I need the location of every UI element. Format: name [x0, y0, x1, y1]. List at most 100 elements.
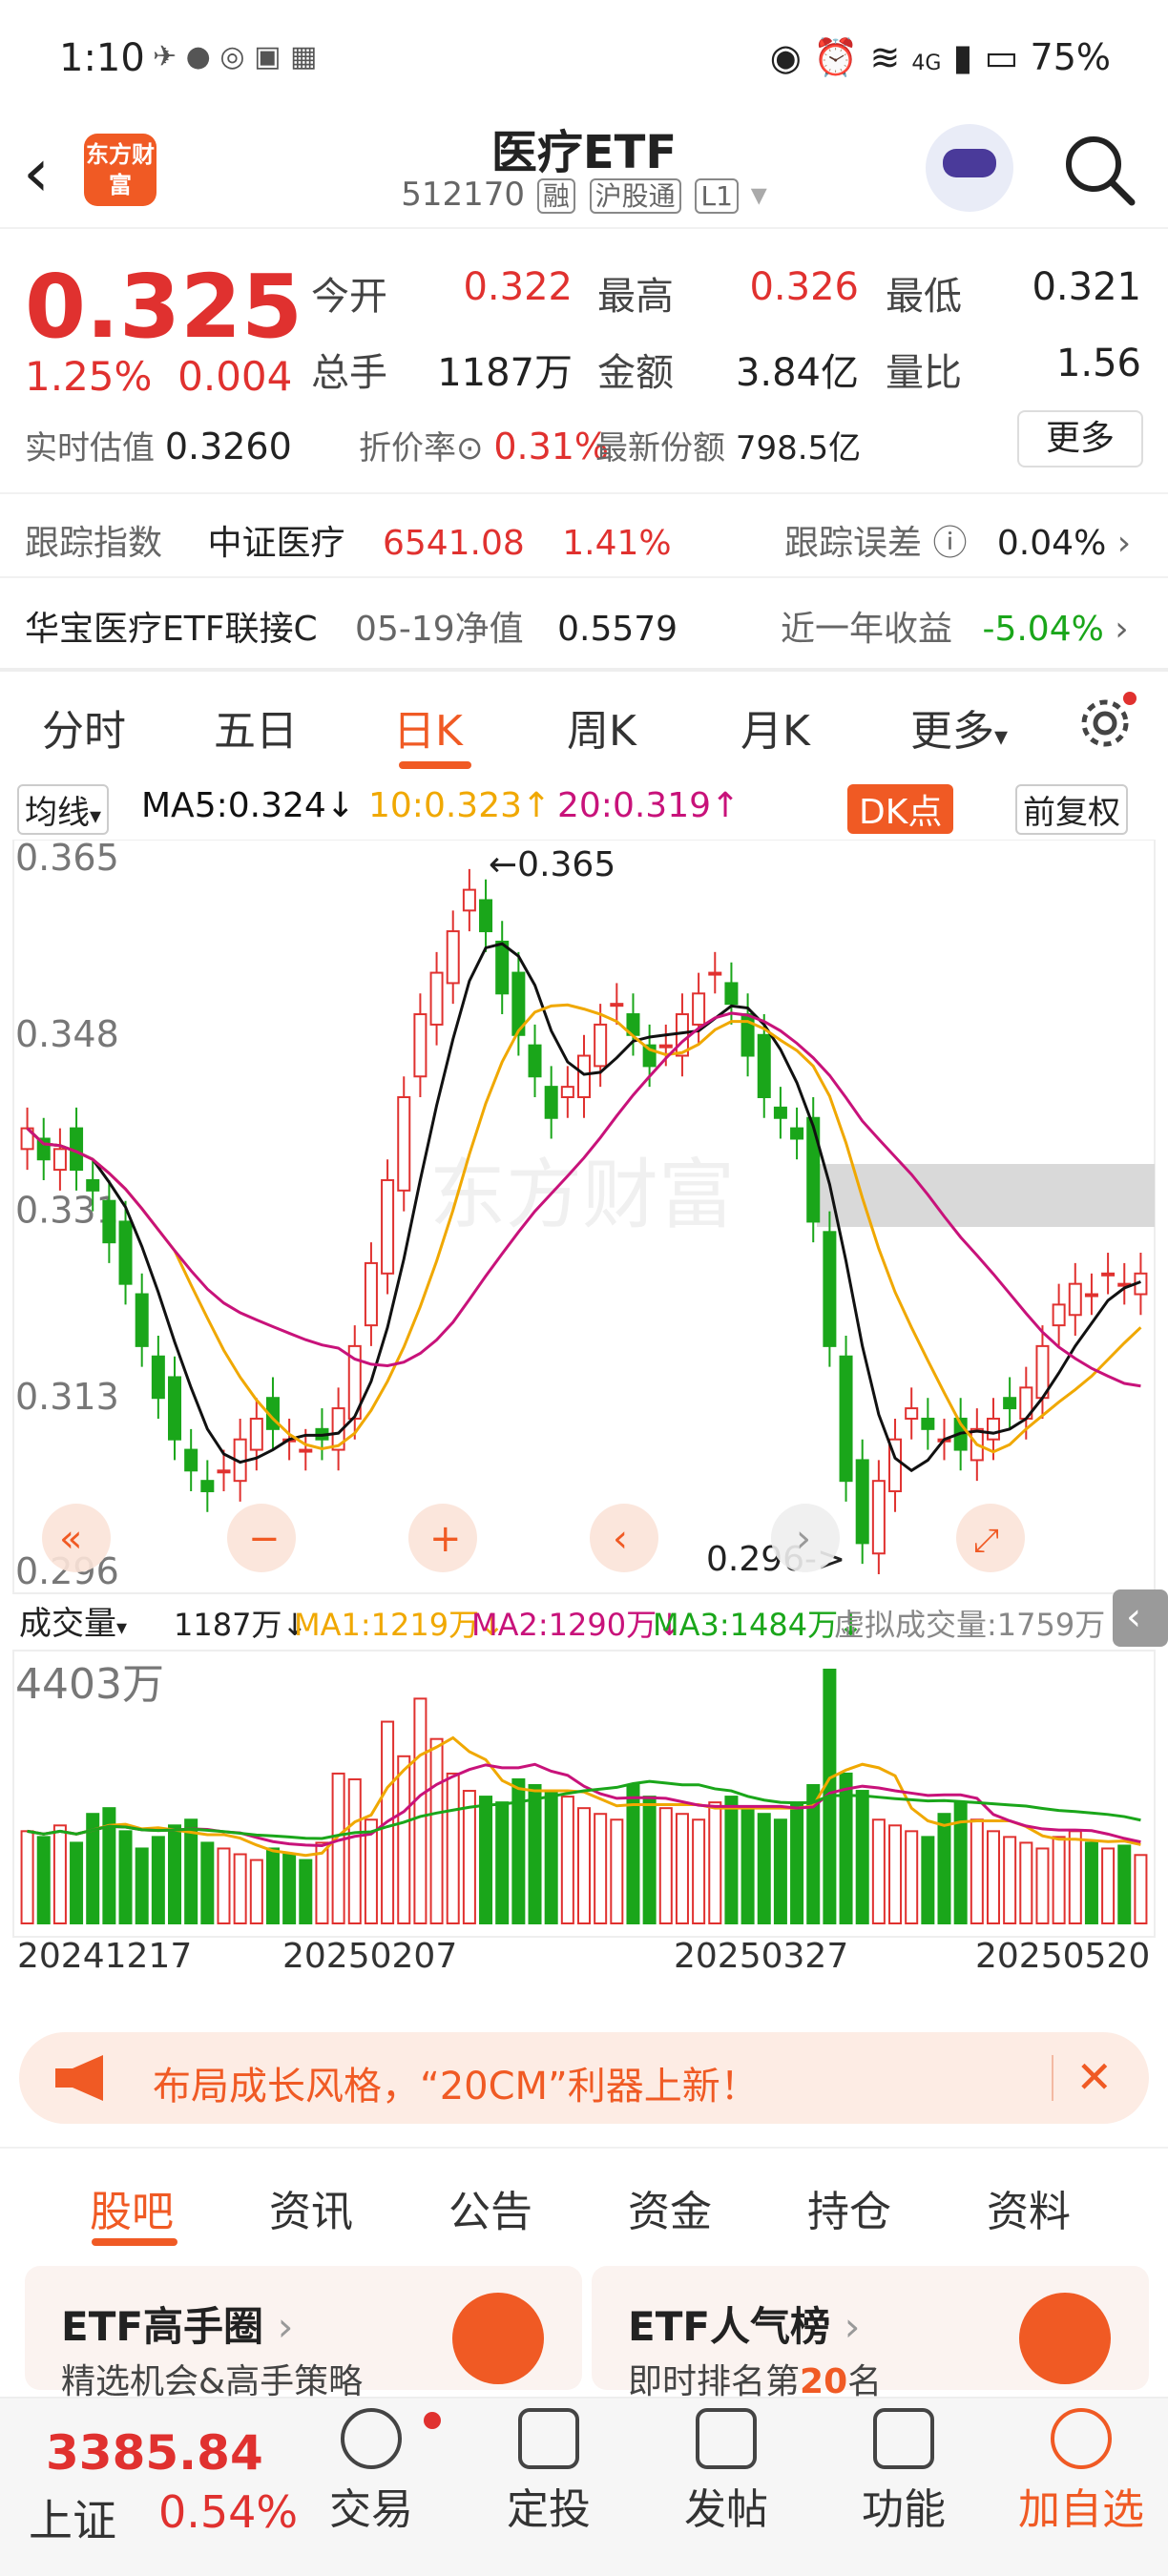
tab-profile[interactable]: 资料 — [987, 2177, 1071, 2238]
candle — [135, 1293, 149, 1347]
tab-news[interactable]: 资讯 — [269, 2177, 353, 2238]
notification-dot — [424, 2412, 441, 2429]
candle — [86, 1178, 100, 1192]
track-index-name: 中证医疗 — [207, 524, 345, 563]
volume-bar — [1117, 1844, 1132, 1925]
chevron-down-icon: ▾ — [994, 720, 1009, 752]
volume-bar — [70, 1841, 84, 1924]
banner-text: 布局成长风格，“20CM”利器上新！ — [153, 2065, 759, 2109]
high-marker: ←0.365 — [489, 845, 615, 884]
assistant-avatar[interactable] — [926, 124, 1013, 212]
close-icon[interactable]: ✕ — [1075, 2051, 1113, 2103]
adjust-button[interactable]: 前复权 — [1015, 784, 1128, 835]
vol-ma2: MA2:1290万↓ — [471, 1607, 682, 1643]
volume-bar — [118, 1830, 133, 1924]
candle — [479, 899, 493, 933]
etf-popularity-card[interactable]: ETF人气榜 › 即时排名第20名 — [592, 2266, 1149, 2401]
quote-panel: 0.325 1.25% 0.004 今开 0.322 最高 0.326 最低 0… — [0, 237, 1168, 666]
date-label: 20250520 — [975, 1937, 1151, 1976]
tab-fund-flow[interactable]: 资金 — [628, 2177, 712, 2238]
volume-bar — [594, 1813, 608, 1924]
functions-button[interactable]: 功能 — [832, 2408, 975, 2536]
amount-label: 金额 — [597, 351, 674, 395]
nav-label: 05-19净值 — [355, 610, 524, 649]
volume-selector[interactable]: 成交量▾ — [19, 1597, 127, 1644]
divider — [1052, 2055, 1053, 2101]
tab-daily-k[interactable]: 日K — [393, 696, 463, 758]
volume-bar — [429, 1737, 444, 1924]
promo-banner[interactable]: 布局成长风格，“20CM”利器上新！ ✕ — [19, 2032, 1149, 2124]
track-error[interactable]: 跟踪误差 ⓘ 0.04% › — [784, 515, 1131, 565]
premium-rate[interactable]: 折价率⊙ 0.31% — [359, 422, 609, 468]
volume-bar — [446, 1772, 460, 1925]
help-icon: ⓘ — [922, 524, 978, 563]
volume-max-label: 4403万 — [15, 1660, 164, 1709]
card-sub-prefix: 即时排名第 — [628, 2362, 801, 2401]
tab-intraday[interactable]: 分时 — [42, 696, 126, 758]
candle — [364, 1261, 378, 1327]
bottom-toolbar: 3385.84 上证 0.54% 交易 定投 发帖 功能 加自选 — [0, 2397, 1168, 2576]
candle — [1068, 1282, 1082, 1317]
auto-invest-button[interactable]: 定投 — [477, 2408, 620, 2536]
kline-chart[interactable]: 东方财富 0.3650.3480.3310.3130.296 ←0.365 0.… — [0, 840, 1168, 2023]
ma-selector[interactable]: 均线▾ — [17, 784, 110, 835]
card-title: ETF高手圈 › — [61, 2295, 293, 2353]
candle — [905, 1407, 919, 1420]
date-label: 20250327 — [674, 1937, 849, 1976]
candle — [692, 992, 706, 1026]
signal-icon: ▮ — [952, 36, 973, 78]
battery-level: 75% — [1030, 36, 1111, 78]
latest-shares: 最新份额 798.5亿 — [595, 422, 861, 468]
volume-bar — [855, 1790, 869, 1924]
volume-bar — [397, 1755, 411, 1924]
tab-weekly-k[interactable]: 周K — [567, 696, 636, 758]
candle — [921, 1417, 935, 1430]
candle — [299, 1448, 313, 1453]
volume-bar — [299, 1859, 313, 1924]
status-time: 1:10 — [59, 36, 145, 80]
candle — [757, 1033, 771, 1098]
tab-monthly-k[interactable]: 月K — [740, 696, 810, 758]
volume-selector-label: 成交量 — [19, 1605, 116, 1643]
volume-bar — [528, 1784, 542, 1924]
add-watchlist-button[interactable]: 加自选 — [1010, 2408, 1153, 2536]
y-tick-label: 0.313 — [15, 1376, 119, 1418]
minus-icon: − — [248, 1517, 281, 1561]
tab-forum[interactable]: 股吧 — [90, 2177, 174, 2238]
volume-bar — [1003, 1836, 1017, 1925]
double-left-icon: « — [59, 1517, 82, 1561]
nav-value: 0.5579 — [557, 610, 678, 649]
candle — [1101, 1272, 1116, 1277]
etf-experts-card[interactable]: ETF高手圈 › 精选机会&高手策略 — [25, 2266, 582, 2401]
card-title-text: ETF高手圈 — [61, 2303, 264, 2350]
linked-fund-row[interactable]: 华宝医疗ETF联接C 05-19净值 0.5579 — [25, 601, 678, 651]
trade-button[interactable]: 交易 — [300, 2408, 443, 2536]
volume-bar — [642, 1796, 657, 1925]
index-value[interactable]: 3385.84 — [46, 2425, 263, 2481]
tab-holdings[interactable]: 持仓 — [807, 2177, 891, 2238]
realtime-est-label: 实时估值 — [25, 429, 155, 467]
year-return[interactable]: 近一年收益 -5.04% › — [781, 601, 1129, 651]
candle — [151, 1355, 165, 1400]
post-button[interactable]: 发帖 — [655, 2408, 798, 2536]
candle — [594, 1023, 608, 1068]
candle — [773, 1106, 787, 1119]
dk-point-button[interactable]: DK点 — [847, 784, 954, 834]
settings-gear-icon[interactable] — [1076, 691, 1137, 752]
price-change: 1.25% 0.004 — [25, 353, 292, 400]
candle — [658, 1044, 673, 1049]
candle — [560, 1086, 574, 1098]
search-icon[interactable] — [1059, 130, 1137, 208]
volume-bar — [151, 1836, 165, 1925]
change-pct: 1.25% — [25, 353, 153, 400]
chart-icon — [518, 2408, 579, 2469]
tab-announcements[interactable]: 公告 — [448, 2177, 532, 2238]
more-button[interactable]: 更多 — [1017, 410, 1143, 467]
signal-label: 4G — [911, 52, 942, 75]
volume-bar — [52, 1824, 67, 1924]
volume-bar — [168, 1824, 182, 1924]
tab-more[interactable]: 更多▾ — [910, 696, 1008, 758]
volume-bar — [217, 1847, 231, 1925]
tab-five-day[interactable]: 五日 — [214, 696, 298, 758]
podium-icon — [1019, 2293, 1111, 2384]
